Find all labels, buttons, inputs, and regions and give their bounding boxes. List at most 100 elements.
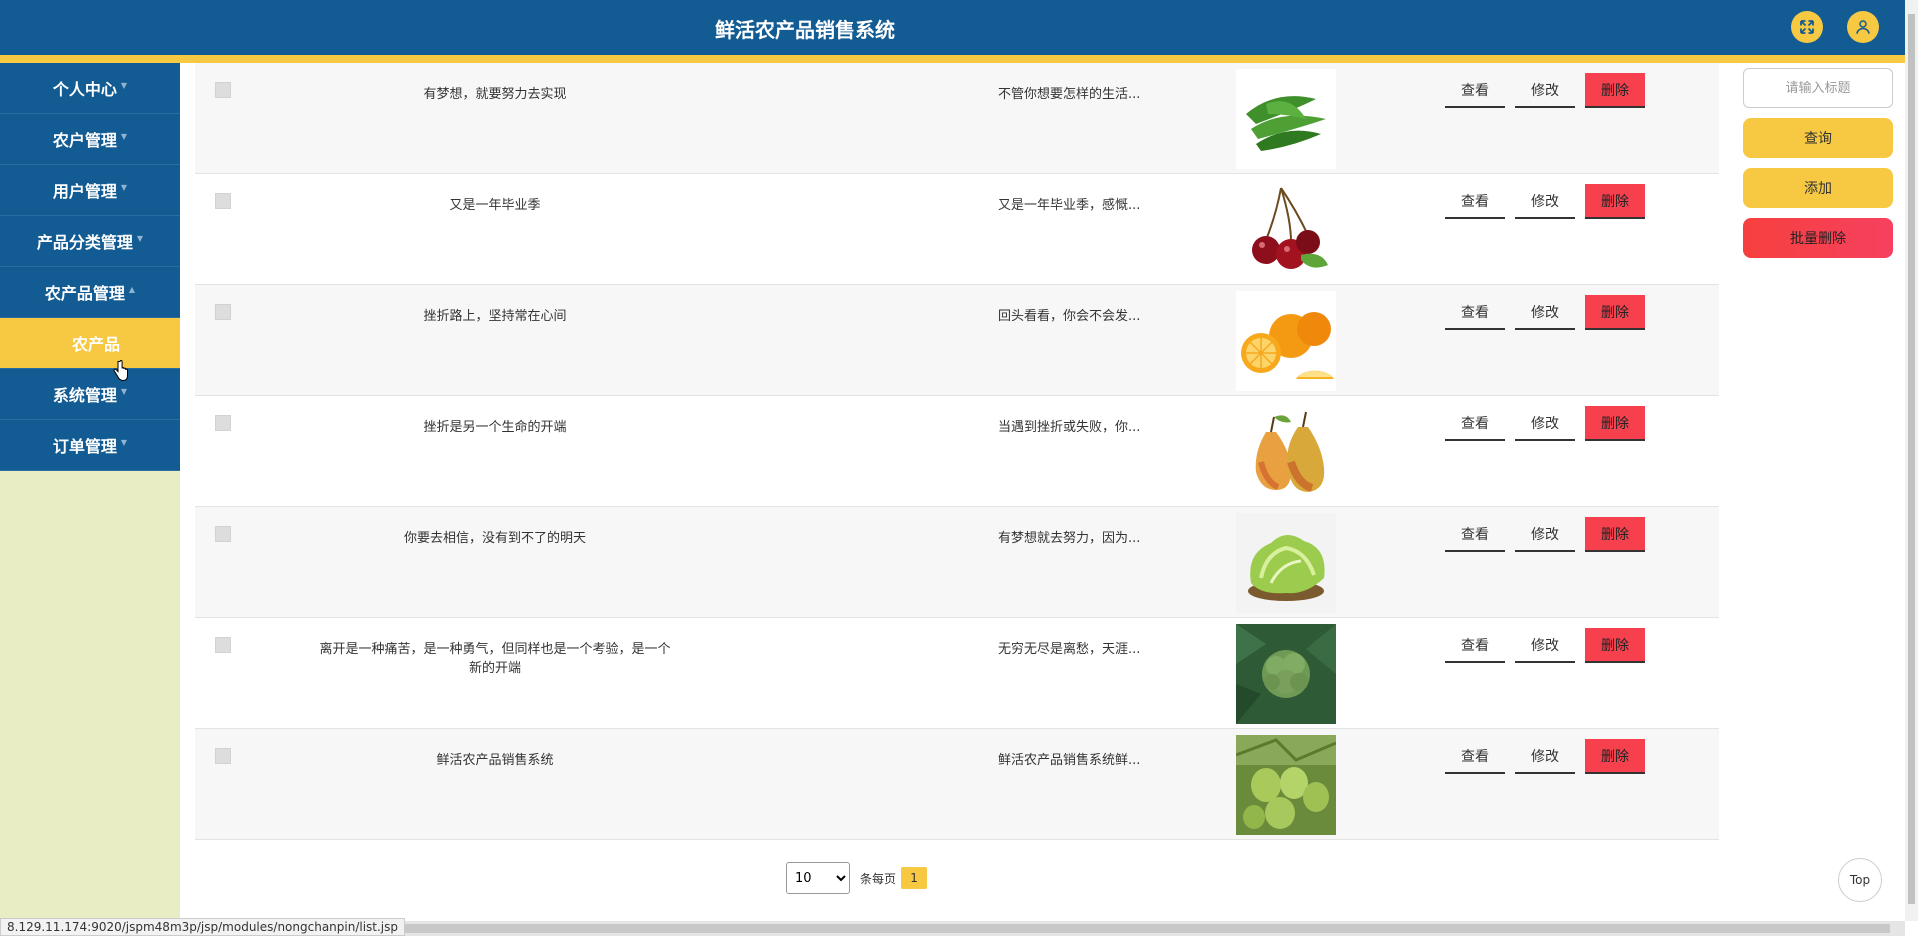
per-page-label: 条每页 xyxy=(860,871,897,886)
row-intro: 鲜活农产品销售系统鲜... xyxy=(998,753,1141,768)
row-intro: 当遇到挫折或失败，你... xyxy=(998,420,1141,435)
row-checkbox[interactable] xyxy=(215,526,231,542)
user-button[interactable] xyxy=(1847,11,1879,43)
pagination: 10 条每页 1 xyxy=(786,862,928,894)
horizontal-scrollbar-thumb[interactable] xyxy=(380,924,1890,933)
caret-down-icon: ▼ xyxy=(120,182,128,192)
expand-icon xyxy=(1800,20,1814,34)
caret-up-icon: ▲ xyxy=(128,284,136,294)
query-button[interactable]: 查询 xyxy=(1743,118,1893,158)
row-title: 又是一年毕业季 xyxy=(449,198,541,213)
product-image-pears xyxy=(1236,402,1336,502)
table-row: 你要去相信，没有到不了的明天 有梦想就去努力，因为... 查看 修改 删除 xyxy=(195,507,1719,618)
row-title: 挫折是另一个生命的开端 xyxy=(423,420,567,435)
row-checkbox[interactable] xyxy=(215,748,231,764)
delete-button[interactable]: 删除 xyxy=(1585,739,1645,774)
view-button[interactable]: 查看 xyxy=(1445,517,1505,552)
row-title: 挫折路上，坚持常在心间 xyxy=(423,309,567,324)
vertical-scrollbar[interactable] xyxy=(1905,0,1918,921)
table-row: 离开是一种痛苦，是一种勇气，但同样也是一个考验，是一个新的开端 无穷无尽是离愁，… xyxy=(195,618,1719,729)
view-button[interactable]: 查看 xyxy=(1445,628,1505,663)
sidebar-item-category-management[interactable]: 产品分类管理 ▼ xyxy=(0,216,180,267)
row-checkbox[interactable] xyxy=(215,193,231,209)
row-intro: 有梦想就去努力，因为... xyxy=(998,531,1141,546)
fullscreen-button[interactable] xyxy=(1791,11,1823,43)
delete-button[interactable]: 删除 xyxy=(1585,406,1645,441)
caret-down-icon: ▼ xyxy=(120,386,128,396)
table-row: 鲜活农产品销售系统 鲜活农产品销售系统鲜... 查看 修改 删除 xyxy=(195,729,1719,840)
sidebar-item-label: 产品分类管理 xyxy=(36,233,133,252)
row-title: 离开是一种痛苦，是一种勇气，但同样也是一个考验，是一个新的开端 xyxy=(319,642,671,676)
caret-down-icon: ▼ xyxy=(136,233,144,243)
sidebar-item-label: 用户管理 xyxy=(52,182,117,201)
app-title: 鲜活农产品销售系统 xyxy=(715,18,895,42)
sidebar-item-label: 农产品管理 xyxy=(44,284,125,303)
sidebar-subitem-products[interactable]: 农产品 xyxy=(0,318,180,369)
edit-button[interactable]: 修改 xyxy=(1515,406,1575,441)
edit-button[interactable]: 修改 xyxy=(1515,739,1575,774)
row-checkbox[interactable] xyxy=(215,637,231,653)
edit-button[interactable]: 修改 xyxy=(1515,295,1575,330)
sidebar-item-system-management[interactable]: 系统管理 ▼ xyxy=(0,369,180,420)
view-button[interactable]: 查看 xyxy=(1445,184,1505,219)
caret-down-icon: ▼ xyxy=(120,80,128,90)
header-accent-bar xyxy=(0,55,1905,63)
user-icon xyxy=(1856,20,1870,34)
view-button[interactable]: 查看 xyxy=(1445,406,1505,441)
edit-button[interactable]: 修改 xyxy=(1515,73,1575,108)
product-image-cherries xyxy=(1236,180,1336,280)
delete-button[interactable]: 删除 xyxy=(1585,517,1645,552)
table-row: 挫折是另一个生命的开端 当遇到挫折或失败，你... 查看 修改 删除 xyxy=(195,396,1719,507)
row-intro: 又是一年毕业季，感慨... xyxy=(998,198,1141,213)
edit-button[interactable]: 修改 xyxy=(1515,517,1575,552)
sidebar-item-order-management[interactable]: 订单管理 ▼ xyxy=(0,420,180,471)
row-checkbox[interactable] xyxy=(215,82,231,98)
view-button[interactable]: 查看 xyxy=(1445,739,1505,774)
sidebar-item-farmer-management[interactable]: 农户管理 ▼ xyxy=(0,114,180,165)
sidebar-item-label: 订单管理 xyxy=(52,437,117,456)
sidebar-item-label: 系统管理 xyxy=(52,386,117,405)
vertical-scrollbar-thumb[interactable] xyxy=(1908,14,1915,904)
table-row: 有梦想，就要努力去实现 不管你想要怎样的生活... 查看 修改 删除 xyxy=(195,63,1719,174)
product-image-lettuce xyxy=(1236,513,1336,613)
row-checkbox[interactable] xyxy=(215,415,231,431)
delete-button[interactable]: 删除 xyxy=(1585,184,1645,219)
view-button[interactable]: 查看 xyxy=(1445,73,1505,108)
caret-down-icon: ▼ xyxy=(120,437,128,447)
delete-button[interactable]: 删除 xyxy=(1585,628,1645,663)
table-row: 又是一年毕业季 又是一年毕业季，感慨... 查看 修改 删除 xyxy=(195,174,1719,285)
row-intro: 不管你想要怎样的生活... xyxy=(998,87,1141,102)
caret-down-icon: ▼ xyxy=(120,131,128,141)
row-checkbox[interactable] xyxy=(215,304,231,320)
page-number-current[interactable]: 1 xyxy=(901,867,928,889)
sidebar-item-label: 农户管理 xyxy=(52,131,117,150)
sidebar-item-user-management[interactable]: 用户管理 ▼ xyxy=(0,165,180,216)
view-button[interactable]: 查看 xyxy=(1445,295,1505,330)
add-button[interactable]: 添加 xyxy=(1743,168,1893,208)
back-to-top-button[interactable]: Top xyxy=(1838,858,1882,902)
sidebar: 个人中心 ▼ 农户管理 ▼ 用户管理 ▼ 产品分类管理 ▼ 农产品管理 ▲ 农产品 系统管… xyxy=(0,63,180,921)
row-title: 你要去相信，没有到不了的明天 xyxy=(403,531,586,546)
delete-button[interactable]: 删除 xyxy=(1585,73,1645,108)
product-image-green-fruit xyxy=(1236,735,1336,835)
product-image-oranges xyxy=(1236,291,1336,391)
edit-button[interactable]: 修改 xyxy=(1515,184,1575,219)
sidebar-item-personal-center[interactable]: 个人中心 ▼ xyxy=(0,63,180,114)
top-header: 鲜活农产品销售系统 xyxy=(0,0,1905,55)
product-image-broccoli xyxy=(1236,624,1336,724)
status-url: 8.129.11.174:9020/jspm48m3p/jsp/modules/… xyxy=(0,918,406,936)
horizontal-scrollbar[interactable] xyxy=(380,921,1905,936)
edit-button[interactable]: 修改 xyxy=(1515,628,1575,663)
search-title-input[interactable] xyxy=(1743,68,1893,108)
sidebar-item-label: 农产品 xyxy=(71,335,120,354)
product-image-green-beans xyxy=(1236,69,1336,169)
hand-cursor-icon xyxy=(113,360,128,382)
product-table: 有梦想，就要努力去实现 不管你想要怎样的生活... 查看 修改 删除 又是一年毕… xyxy=(195,63,1719,840)
sidebar-item-label: 个人中心 xyxy=(52,80,117,99)
row-title: 有梦想，就要努力去实现 xyxy=(423,87,567,102)
sidebar-item-product-management[interactable]: 农产品管理 ▲ xyxy=(0,267,180,318)
page-size-select[interactable]: 10 xyxy=(786,862,850,894)
delete-button[interactable]: 删除 xyxy=(1585,295,1645,330)
row-title: 鲜活农产品销售系统 xyxy=(436,753,554,768)
batch-delete-button[interactable]: 批量删除 xyxy=(1743,218,1893,258)
